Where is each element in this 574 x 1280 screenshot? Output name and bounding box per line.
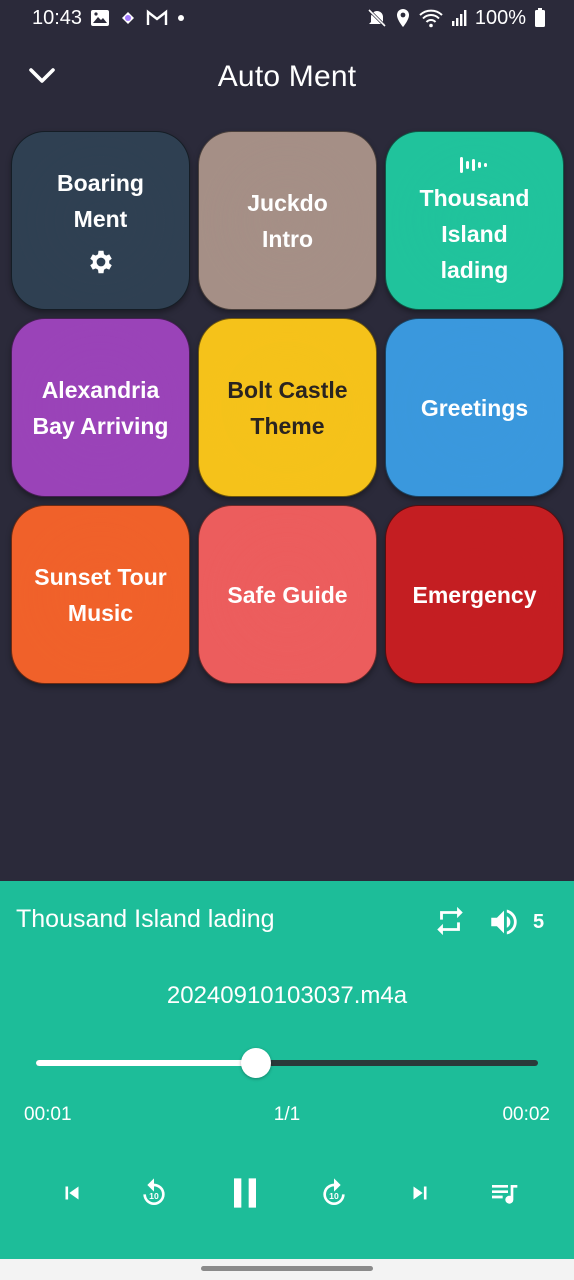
file-name: 20240910103037.m4a [166, 982, 408, 1009]
playlist-icon[interactable] [486, 1176, 522, 1210]
dot-icon [176, 13, 186, 23]
tile-juckdo-intro[interactable]: Juckdo Intro [198, 131, 377, 310]
forward-10-icon[interactable]: 10 [316, 1175, 352, 1211]
status-bar: 10:43 100% [0, 0, 574, 36]
tile-thousand-island-lading[interactable]: Thousand Island lading [385, 131, 564, 310]
tile-safe-guide[interactable]: Safe Guide [198, 505, 377, 684]
equalizer-icon [458, 154, 492, 176]
tile-label: Emergency [412, 581, 537, 608]
gmail-icon [146, 9, 168, 27]
system-nav-bar [0, 1259, 574, 1280]
tile-label: Sunset Tour Music [34, 563, 167, 626]
track-index: 1/1 [273, 1104, 301, 1125]
location-icon [395, 8, 411, 28]
seek-thumb[interactable] [241, 1048, 271, 1078]
auto-ment-grid: Boaring Ment Juckdo Intro Thousand Islan… [11, 131, 564, 684]
wifi-icon [419, 8, 443, 28]
chevron-down-icon[interactable] [24, 58, 60, 94]
seek-progress [36, 1060, 256, 1066]
skip-next-icon[interactable] [404, 1176, 436, 1210]
signal-icon [451, 9, 467, 27]
tile-bolt-castle-theme[interactable]: Bolt Castle Theme [198, 318, 377, 497]
tile-label: Alexandria Bay Arriving [32, 376, 169, 439]
svg-text:10: 10 [329, 1191, 339, 1201]
repeat-icon[interactable] [433, 904, 467, 943]
home-handle[interactable] [201, 1266, 373, 1271]
tile-alexandria-bay-arriving[interactable]: Alexandria Bay Arriving [11, 318, 190, 497]
page-title: Auto Ment [217, 60, 357, 93]
pause-icon[interactable] [222, 1170, 268, 1216]
battery-percent: 100% [474, 6, 526, 29]
tile-emergency[interactable]: Emergency [385, 505, 564, 684]
app-bar: Auto Ment [0, 46, 574, 108]
status-time: 10:43 [32, 6, 83, 29]
svg-text:10: 10 [149, 1191, 159, 1201]
mute-icon [367, 8, 387, 28]
app-icon [118, 9, 138, 27]
volume-level: 5 [533, 911, 545, 933]
tile-label: Thousand Island lading [419, 184, 530, 283]
replay-10-icon[interactable]: 10 [136, 1175, 172, 1211]
gallery-icon [90, 9, 110, 27]
skip-previous-icon[interactable] [56, 1176, 88, 1210]
tile-sunset-tour-music[interactable]: Sunset Tour Music [11, 505, 190, 684]
tile-label: Boaring Ment [57, 169, 144, 232]
tile-label: Safe Guide [227, 581, 348, 608]
now-playing-title: Thousand Island lading [16, 905, 275, 933]
volume-icon[interactable] [487, 905, 521, 944]
tile-greetings[interactable]: Greetings [385, 318, 564, 497]
seek-bar[interactable] [36, 1048, 538, 1078]
duration-time: 00:02 [502, 1104, 550, 1125]
tile-label: Bolt Castle Theme [227, 376, 348, 439]
tile-label: Greetings [420, 394, 529, 421]
gear-icon[interactable] [86, 247, 116, 277]
tile-boaring-ment[interactable]: Boaring Ment [11, 131, 190, 310]
battery-icon [534, 8, 546, 28]
tile-label: Juckdo Intro [247, 189, 328, 252]
